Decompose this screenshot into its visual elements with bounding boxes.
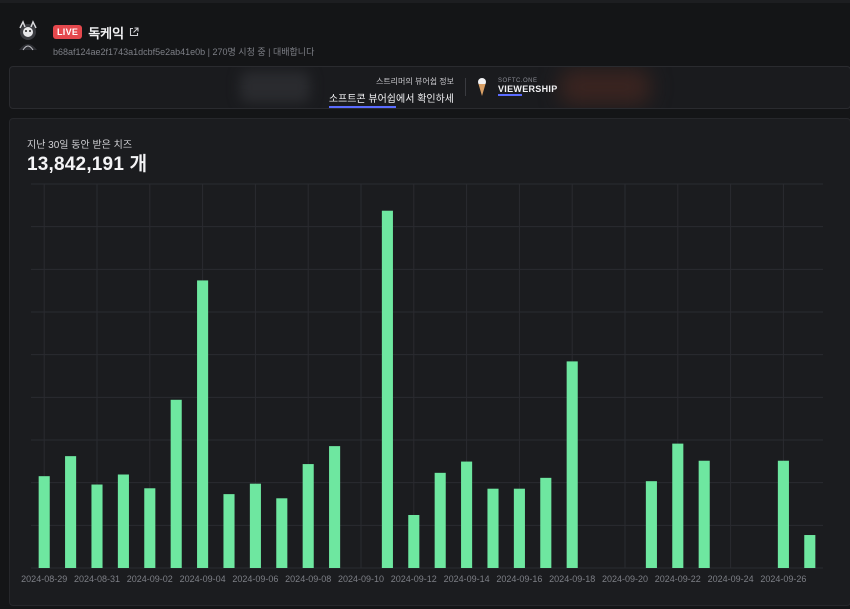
- bar-2024-08-30: [65, 456, 77, 568]
- x-tick-label: 2024-09-10: [338, 574, 384, 584]
- bar-2024-08-29: [38, 476, 50, 568]
- bar-2024-09-09: [329, 446, 341, 568]
- bar-2024-09-11: [381, 210, 393, 568]
- bar-2024-08-31: [91, 484, 103, 568]
- channel-header: LIVE 독케익 b68af124ae2f1743a1dcbf5e2ab41e0…: [14, 20, 844, 57]
- viewership-logo: SOFTC.ONE VIEWERSHIP: [498, 78, 558, 96]
- x-tick-label: 2024-09-06: [232, 574, 278, 584]
- ice-cream-cone-icon: [478, 78, 486, 96]
- bar-2024-09-14: [461, 461, 473, 568]
- cheese-bar-chart: 2024-08-29 2024-08-31 2024-09-02 2024-09-04…: [21, 183, 823, 584]
- brand-rest: ERSHIP: [522, 84, 558, 94]
- x-tick-label: 2024-09-18: [549, 574, 595, 584]
- x-tick-label: 2024-09-20: [602, 574, 648, 584]
- bar-2024-09-17: [540, 477, 552, 568]
- x-tick-label: 2024-08-31: [74, 574, 120, 584]
- banner-decoration: [240, 71, 310, 103]
- bar-2024-09-23: [698, 460, 710, 568]
- bar-2024-09-26: [777, 460, 789, 568]
- x-tick-label: 2024-09-26: [760, 574, 806, 584]
- channel-name[interactable]: 독케익: [88, 23, 124, 42]
- channel-subtitle: b68af124ae2f1743a1dcbf5e2ab41e0b | 270명 …: [53, 47, 315, 57]
- banner-line2-rest: 에서 확인하세요!: [396, 94, 454, 105]
- avatar[interactable]: [14, 20, 42, 54]
- x-tick-label: 2024-09-22: [655, 574, 701, 584]
- viewership-banner[interactable]: 스트리머의 뷰어쉽 정보 소프트콘 뷰어쉽에서 확인하세요! SOFTC.ONE…: [9, 66, 850, 109]
- bar-2024-09-06: [249, 483, 261, 568]
- bar-2024-09-15: [487, 488, 499, 568]
- banner-highlight: 소프트콘 뷰어쉽: [328, 94, 397, 108]
- banner-line2: 소프트콘 뷰어쉽에서 확인하세요!: [322, 90, 454, 108]
- x-tick-label: 2024-09-24: [708, 574, 754, 584]
- bar-2024-09-18: [566, 361, 578, 568]
- top-divider: [0, 0, 850, 3]
- x-tick-label: 2024-09-16: [496, 574, 542, 584]
- bar-2024-09-08: [302, 464, 314, 568]
- cheese-stats-card: 지난 30일 동안 받은 치즈 13,842,191 개 2024-08-29 2…: [9, 118, 850, 606]
- bar-2024-09-01: [117, 474, 129, 568]
- brand-name: VIEWERSHIP: [498, 84, 558, 96]
- x-tick-label: 2024-09-14: [444, 574, 490, 584]
- bar-2024-09-16: [513, 488, 525, 568]
- live-badge: LIVE: [53, 25, 83, 39]
- x-tick-label: 2024-08-29: [21, 574, 67, 584]
- banner-divider: [465, 78, 466, 96]
- bar-2024-09-13: [434, 472, 446, 568]
- bar-2024-09-03: [170, 399, 182, 568]
- x-tick-label: 2024-09-02: [127, 574, 173, 584]
- bar-2024-09-05: [223, 494, 235, 568]
- bar-2024-09-12: [408, 514, 420, 568]
- bar-2024-09-27: [804, 535, 816, 568]
- brand-highlight: VIEW: [498, 84, 523, 96]
- x-tick-label: 2024-09-12: [391, 574, 437, 584]
- banner-decoration: [560, 69, 650, 105]
- x-tick-label: 2024-09-04: [180, 574, 226, 584]
- bar-2024-09-22: [672, 443, 684, 568]
- bar-2024-09-07: [276, 498, 288, 568]
- bar-2024-09-02: [144, 488, 156, 568]
- external-link-icon[interactable]: [129, 27, 139, 37]
- banner-line1: 스트리머의 뷰어쉽 정보: [375, 77, 454, 86]
- x-tick-label: 2024-09-08: [285, 574, 331, 584]
- bar-2024-09-04: [197, 280, 209, 568]
- bar-2024-09-21: [645, 481, 657, 568]
